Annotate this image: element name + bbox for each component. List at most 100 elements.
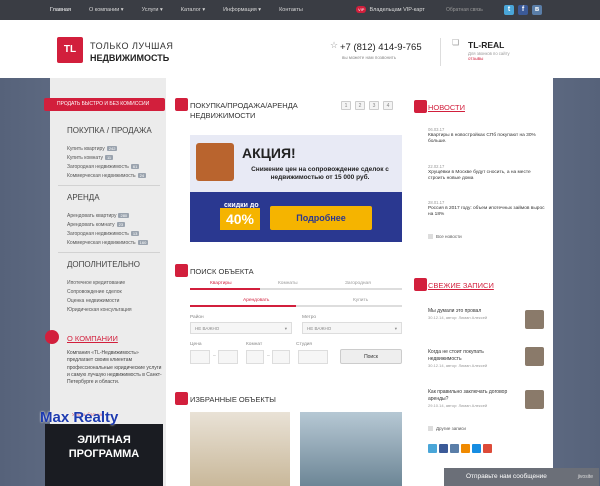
logo-line2[interactable]: НЕДВИЖИМОСТЬ — [90, 53, 169, 63]
nav-services[interactable]: Услуги ▾ — [142, 7, 163, 13]
rooms-from-input[interactable] — [246, 350, 264, 364]
about-title[interactable]: О КОМПАНИИ — [67, 334, 118, 343]
vkontakte-icon[interactable] — [450, 444, 459, 453]
link-deal-support[interactable]: Сопровождение сделок — [67, 289, 122, 295]
promo-more-button[interactable]: Подробнее — [270, 206, 372, 230]
other-entries-link[interactable]: Другие записи — [428, 426, 466, 432]
page-4-button[interactable]: 4 — [383, 101, 393, 110]
featured-title: ИЗБРАННЫЕ ОБЪЕКТЫ — [190, 395, 276, 404]
district-label: Район — [190, 315, 204, 320]
link-rent-apartment[interactable]: Арендовать квартиру 280 — [67, 213, 130, 219]
tab-rent[interactable]: Арендовать — [243, 298, 269, 303]
rooms-to-input[interactable] — [272, 350, 290, 364]
vip-badge: VIP — [356, 6, 367, 13]
tab-rooms[interactable]: Комнаты — [278, 281, 298, 286]
logo-icon[interactable]: TL — [57, 37, 83, 63]
nav-info[interactable]: Информация ▾ — [223, 7, 261, 13]
entry-meta: 30.12.14, автор: Лиман Алексей — [428, 363, 488, 368]
mailru-icon[interactable] — [472, 444, 481, 453]
news-date: 06.03.17 — [428, 127, 445, 132]
search-button[interactable]: Поиск — [340, 349, 402, 364]
link-rent-commercial[interactable]: Коммерческая недвижимость 160 — [67, 240, 149, 246]
dash: – — [267, 353, 270, 359]
price-to-input[interactable] — [218, 350, 238, 364]
link-rent-country[interactable]: Загородная недвижимость 13 — [67, 231, 140, 237]
link-buy-apartment[interactable]: Купить квартиру 242 — [67, 146, 118, 152]
link-country-property[interactable]: Загородная недвижимость 61 — [67, 164, 140, 170]
link-valuation[interactable]: Оценка недвижимости — [67, 298, 119, 304]
entry-title[interactable]: Когда не стоит покупать недвижимость — [428, 349, 518, 362]
facebook-icon[interactable]: f — [518, 5, 528, 15]
odnoklassniki-icon[interactable] — [461, 444, 470, 453]
divider — [58, 185, 160, 186]
entry-meta: 29.10.14, автор: Лиман Алексей — [428, 403, 488, 408]
metro-select[interactable]: НЕ ВАЖНО — [302, 322, 402, 334]
featured-photo[interactable] — [300, 412, 402, 486]
star-icon — [175, 392, 188, 405]
home-icon — [45, 330, 59, 344]
reviews-link[interactable]: отзывы — [468, 56, 483, 61]
vip-link[interactable]: VIP Владельцам VIP-карт — [356, 6, 425, 13]
link-commercial-property[interactable]: Коммерческая недвижимость 24 — [67, 173, 147, 179]
max-realty-watermark: Max Realty — [40, 409, 119, 426]
folder-icon — [196, 143, 234, 181]
subtab-underline-active — [190, 305, 296, 307]
rent-title: АРЕНДА — [67, 193, 100, 202]
news-item[interactable]: Россия в 2017 году: объем ипотечных займ… — [428, 206, 548, 219]
section1-title: ПОКУПКА/ПРОДАЖА/АРЕНДА НЕДВИЖИМОСТИ — [190, 101, 298, 120]
price-from-input[interactable] — [190, 350, 210, 364]
studio-label: Студия — [296, 342, 313, 347]
page-2-button[interactable]: 2 — [355, 101, 365, 110]
vkontakte-icon[interactable]: в — [532, 5, 542, 15]
link-mortgage[interactable]: Ипотечное кредитование — [67, 280, 125, 286]
phone-number[interactable]: +7 (812) 414-9-765 — [340, 42, 422, 53]
entry-title[interactable]: Как правильно заключать договор аренды? — [428, 389, 518, 402]
googleplus-icon[interactable] — [483, 444, 492, 453]
entry-meta: 30.12.14, автор: Лиман Алексей — [428, 315, 488, 320]
dash: – — [213, 353, 216, 359]
news-date: 28.01.17 — [428, 200, 445, 205]
nav-contacts[interactable]: Контакты — [279, 7, 303, 13]
feedback-link[interactable]: Обратная связь — [446, 7, 483, 13]
house-icon — [175, 98, 188, 111]
tab-buy[interactable]: Купить — [353, 298, 368, 303]
extra-title: ДОПОЛНИТЕЛЬНО — [67, 260, 141, 269]
news-item[interactable]: Квартиры в новостройках СПб покупают на … — [428, 133, 548, 146]
studio-input[interactable] — [298, 350, 328, 364]
entry-title[interactable]: Мы думали это провал — [428, 308, 518, 315]
search-title: ПОИСК ОБЪЕКТА — [190, 267, 254, 276]
entries-title[interactable]: СВЕЖИЕ ЗАПИСИ — [428, 281, 494, 290]
divider — [58, 252, 160, 253]
sell-fast-button[interactable]: ПРОДАТЬ БЫСТРО И БЕЗ КОМИССИИ — [44, 98, 165, 111]
featured-photo[interactable] — [190, 412, 290, 486]
author-avatar — [525, 390, 544, 409]
twitter-icon[interactable]: t — [504, 5, 514, 15]
elite-program-banner[interactable]: ЭЛИТНАЯ ПРОГРАММА — [45, 424, 163, 486]
tl-real-title: TL-REAL — [468, 40, 505, 50]
logo-line1[interactable]: ТОЛЬКО ЛУЧШАЯ — [90, 41, 173, 51]
link-legal[interactable]: Юридическая консультация — [67, 307, 132, 313]
page-3-button[interactable]: 3 — [369, 101, 379, 110]
district-select[interactable]: НЕ ВАЖНО — [190, 322, 292, 334]
nav-catalog[interactable]: Каталог ▾ — [181, 7, 205, 13]
nav-home[interactable]: Главная — [50, 7, 71, 13]
all-news-link[interactable]: Все новости — [428, 234, 462, 240]
link-rent-room[interactable]: Арендовать комнату 23 — [67, 222, 126, 228]
facebook-icon[interactable] — [439, 444, 448, 453]
page-1-button[interactable]: 1 — [341, 101, 351, 110]
chat-widget[interactable]: Отправьте нам сообщение jivosite — [444, 468, 599, 486]
news-title[interactable]: НОВОСТИ — [428, 103, 465, 112]
twitter-icon[interactable] — [428, 444, 437, 453]
news-item[interactable]: Хрущёвки в Москве будут сносить, а на ме… — [428, 170, 548, 183]
news-date: 22.02.17 — [428, 164, 445, 169]
tab-country[interactable]: Загородная — [345, 281, 371, 286]
speech-icon: ❏ — [452, 38, 460, 47]
author-avatar — [525, 310, 544, 329]
nav-about[interactable]: О компании ▾ — [89, 7, 124, 13]
link-buy-room[interactable]: Купить комнату 11 — [67, 155, 114, 161]
news-icon — [414, 100, 427, 113]
promo-banner[interactable]: АКЦИЯ! Снижение цен на сопровождение сде… — [190, 135, 402, 242]
main-nav: Главная О компании ▾ Услуги ▾ Каталог ▾ … — [50, 0, 321, 20]
tab-apartments[interactable]: Квартиры — [210, 281, 232, 286]
header-divider — [440, 38, 441, 66]
